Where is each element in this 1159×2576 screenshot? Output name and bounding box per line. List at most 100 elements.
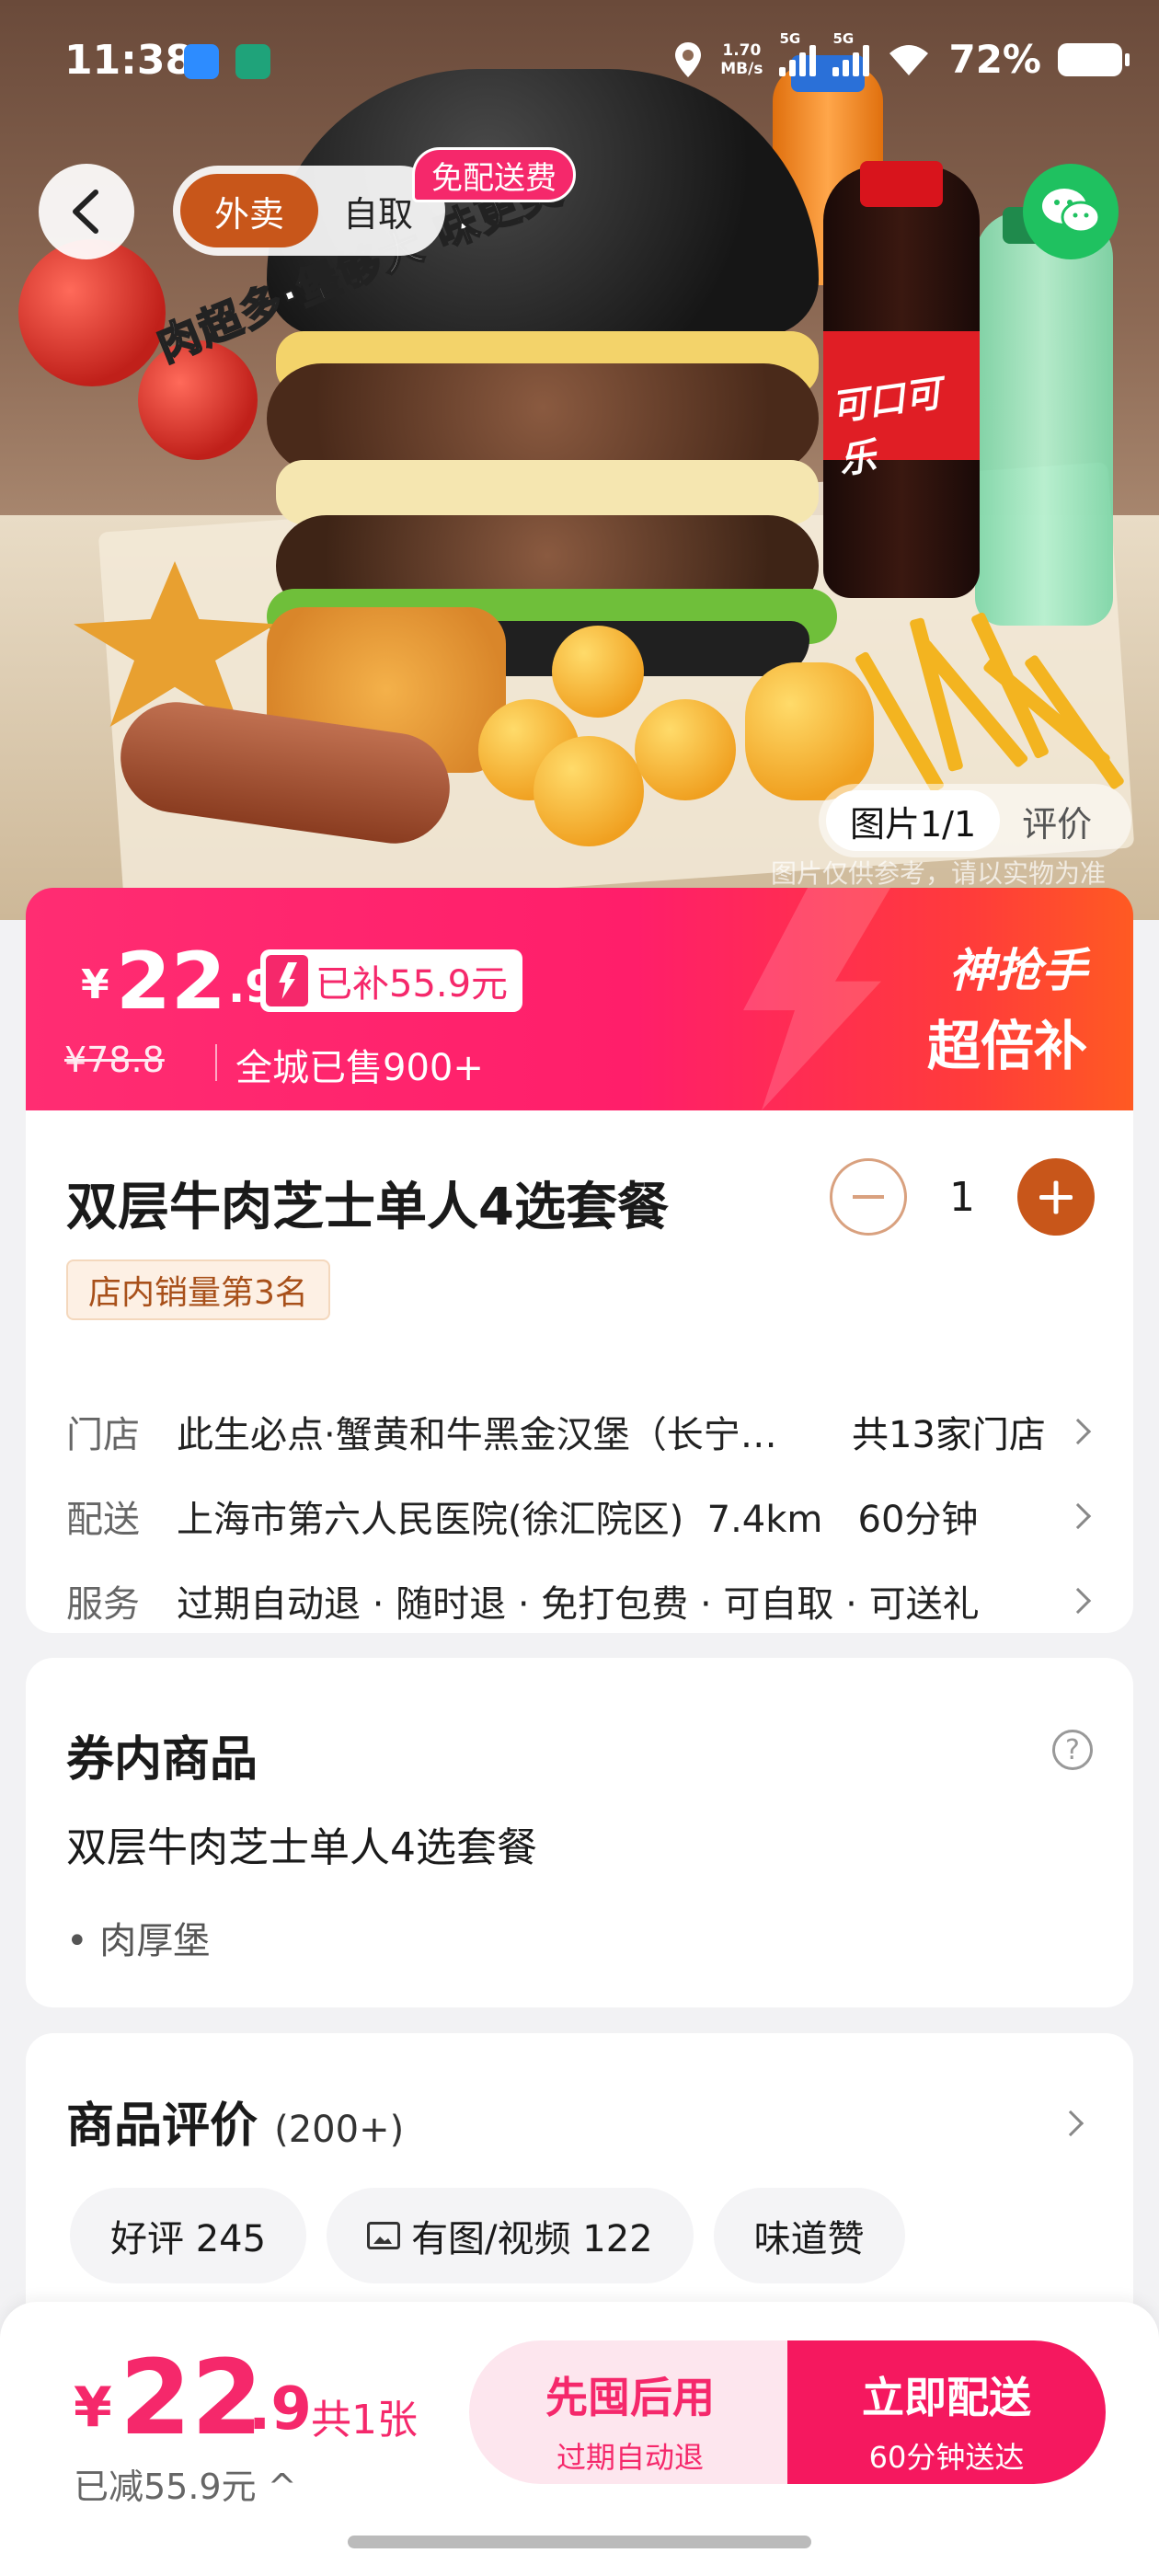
subsidy-badge: 已补55.9元	[260, 949, 523, 1012]
buy-later-sub: 过期自动退	[556, 2440, 704, 2475]
review-tag-label: 好评 245	[110, 2218, 267, 2260]
page: 可口可乐 肉超多·堡够大 味更美 图片仅供参考，请以实物为准 11:38 1.7…	[0, 0, 1159, 2576]
service-label: 服务	[66, 1583, 140, 1626]
review-tag-positive[interactable]: 好评 245	[70, 2188, 307, 2283]
fries	[854, 589, 1126, 800]
back-button[interactable]	[39, 164, 134, 259]
product-hero-image[interactable]: 可口可乐 肉超多·堡够大 味更美 图片仅供参考，请以实物为准	[0, 0, 1159, 920]
voucher-sub-item: • 肉厚堡	[66, 1920, 211, 1962]
store-row[interactable]: 门店 此生必点·蟹黄和牛黑金汉堡（长宁… 共13家门店	[66, 1405, 1115, 1458]
voucher-items-card: 券内商品 ? 双层牛肉芝士单人4选套餐 • 肉厚堡	[26, 1658, 1133, 2007]
lightning-icon	[266, 955, 308, 1006]
home-indicator[interactable]	[348, 2536, 811, 2548]
app-notification-icon	[235, 44, 270, 79]
tomato	[18, 239, 166, 386]
free-delivery-badge: 免配送费	[412, 147, 576, 202]
delivery-row[interactable]: 配送 上海市第六人民医院(徐汇院区) 7.4km 60分钟	[66, 1489, 1115, 1543]
battery-icon	[1058, 42, 1130, 76]
price-integer: 22	[116, 936, 226, 1028]
help-icon[interactable]: ?	[1052, 1730, 1093, 1770]
quantity-stepper: 1	[830, 1158, 1095, 1236]
nugget	[745, 662, 874, 800]
voucher-item: 双层牛肉芝士单人4选套餐	[66, 1824, 537, 1871]
signal-label: 5G	[832, 29, 855, 47]
store-count: 共13家门店	[852, 1414, 1046, 1456]
total-price-integer: 22	[120, 2339, 263, 2458]
cola-bottle-cap	[860, 161, 943, 207]
cheese-ball	[635, 699, 736, 800]
deliver-now-label: 立即配送	[862, 2373, 1031, 2422]
app-notification-icon	[184, 44, 219, 79]
wifi-icon	[889, 44, 929, 75]
price-banner: ¥ 22 .9 已补55.9元 ¥78.8 全城已售900+ 神抢手 超倍补	[26, 888, 1133, 1110]
voucher-title: 券内商品	[66, 1732, 258, 1788]
cheese-ball	[534, 736, 644, 846]
subsidy-text: 已补55.9元	[316, 963, 509, 1006]
review-tag-label: 味道赞	[753, 2218, 865, 2260]
minus-icon	[853, 1195, 884, 1199]
image-disclaimer: 图片仅供参考，请以实物为准	[771, 858, 1107, 889]
product-info-card: 双层牛肉芝士单人4选套餐 1 店内销量第3名 门店 此生必点·蟹黄和牛黑金汉堡（…	[26, 1110, 1133, 1633]
chevron-right-icon	[1064, 1418, 1092, 1445]
promo-brand-line1: 神抢手	[949, 944, 1087, 997]
delivery-value: 上海市第六人民医院(徐汇院区) 7.4km 60分钟	[177, 1499, 979, 1541]
signal-icon: 5G	[832, 30, 870, 76]
product-title: 双层牛肉芝士单人4选套餐	[66, 1178, 669, 1237]
increase-button[interactable]	[1017, 1158, 1095, 1236]
review-tag-media[interactable]: 有图/视频 122	[327, 2188, 694, 2283]
tab-delivery[interactable]: 外卖	[180, 174, 318, 247]
delivery-label: 配送	[66, 1499, 140, 1541]
location-icon	[675, 41, 702, 77]
cola-label-text: 可口可乐	[829, 372, 945, 483]
sold-count: 全城已售900+	[235, 1047, 484, 1089]
status-bar: 11:38 1.70 MB/s 5G 5G 72%	[0, 0, 1159, 124]
review-tag-taste[interactable]: 味道赞	[713, 2188, 905, 2283]
sprite-bottle	[975, 212, 1113, 626]
chevron-left-icon	[73, 190, 98, 234]
signal-label: 5G	[779, 29, 801, 47]
chevron-right-icon	[1057, 2110, 1084, 2137]
deliver-now-sub: 60分钟送达	[868, 2440, 1025, 2475]
wechat-share-button[interactable]	[1023, 164, 1119, 259]
wechat-icon	[1042, 189, 1101, 234]
battery-percent: 72%	[948, 37, 1041, 82]
deliver-now-button[interactable]: 立即配送 60分钟送达	[787, 2340, 1106, 2484]
store-value: 此生必点·蟹黄和牛黑金汉堡（长宁…	[177, 1414, 777, 1456]
network-speed-value: 1.70	[722, 40, 762, 60]
reviews-title-row: 商品评价 (200+)	[66, 2087, 404, 2156]
original-price: ¥78.8	[64, 1040, 165, 1080]
cheese-ball	[552, 626, 644, 718]
review-tag-label: 有图/视频 122	[411, 2218, 653, 2260]
total-currency: ¥	[74, 2375, 112, 2440]
bolt-decoration	[743, 888, 890, 1110]
cola-label: 可口可乐	[823, 331, 980, 482]
status-time: 11:38	[64, 37, 194, 84]
reviews-title: 商品评价	[66, 2099, 258, 2154]
network-speed-unit: MB/s	[720, 59, 763, 78]
burger-patty	[267, 363, 819, 474]
saved-amount-toggle[interactable]: 已减55.9元 ^	[74, 2458, 297, 2509]
reviews-count: (200+)	[274, 2109, 405, 2151]
decrease-button[interactable]	[830, 1158, 907, 1236]
image-tabs: 图片1/1 评价	[819, 784, 1131, 857]
price-currency: ¥	[81, 961, 109, 1008]
status-right: 1.70 MB/s 5G 5G 72%	[672, 30, 1130, 82]
sales-rank-badge: 店内销量第3名	[66, 1259, 330, 1320]
promo-brand-line2: 超倍补	[926, 1015, 1087, 1077]
delivery-mode-switch: 外卖 自取	[173, 166, 445, 256]
signal-icon: 5G	[779, 30, 817, 76]
image-icon	[367, 2222, 401, 2249]
quantity-value: 1	[949, 1173, 975, 1221]
divider	[215, 1044, 217, 1081]
review-tab[interactable]: 评价	[1000, 796, 1092, 846]
service-row[interactable]: 服务 过期自动退 · 随时退 · 免打包费 · 可自取 · 可送礼	[66, 1574, 1115, 1627]
service-value: 过期自动退 · 随时退 · 免打包费 · 可自取 · 可送礼	[177, 1583, 980, 1626]
buy-later-label: 先囤后用	[545, 2373, 715, 2422]
total-price-decimal: .9	[248, 2375, 312, 2444]
buy-later-button[interactable]: 先囤后用 过期自动退	[469, 2340, 791, 2484]
voucher-count: 共1张	[311, 2397, 418, 2444]
image-counter[interactable]: 图片1/1	[826, 790, 1001, 851]
review-filter-tags: 好评 245 有图/视频 122 味道赞	[70, 2188, 905, 2283]
store-label: 门店	[66, 1414, 140, 1456]
network-speed: 1.70 MB/s	[720, 41, 763, 78]
